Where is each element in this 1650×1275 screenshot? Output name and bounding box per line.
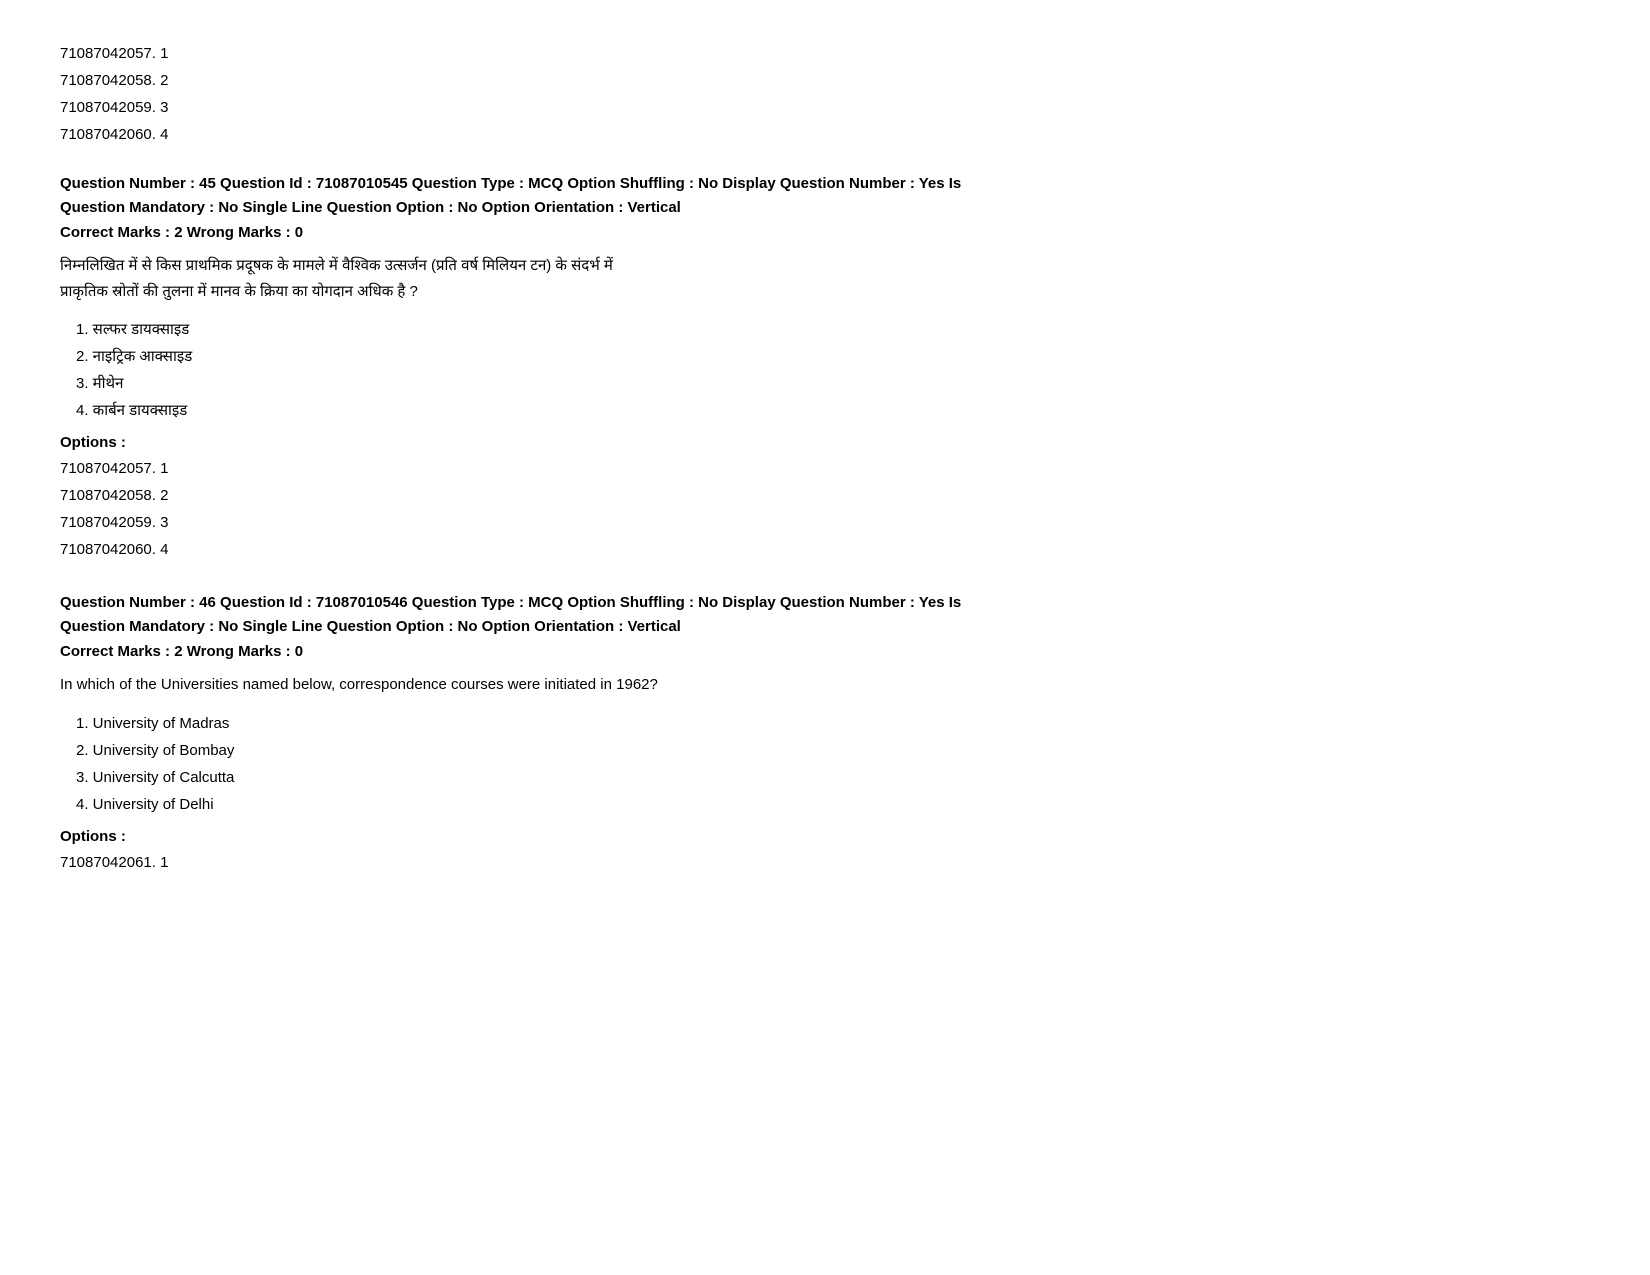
question-45-opt-id-1: 71087042057. 1 bbox=[60, 455, 1590, 482]
question-45-opt-id-3: 71087042059. 3 bbox=[60, 509, 1590, 536]
question-46-text-content: In which of the Universities named below… bbox=[60, 676, 658, 693]
prev-option-4: 71087042060. 4 bbox=[60, 121, 1590, 148]
question-46-block: Question Number : 46 Question Id : 71087… bbox=[60, 591, 1590, 876]
question-45-meta: Question Number : 45 Question Id : 71087… bbox=[60, 172, 1590, 220]
question-45-text: निम्नलिखित में से किस प्राथमिक प्रदूषक क… bbox=[60, 253, 1590, 304]
question-46-option-4: 4. University of Delhi bbox=[76, 791, 1590, 818]
question-46-meta: Question Number : 46 Question Id : 71087… bbox=[60, 591, 1590, 639]
question-45-block: Question Number : 45 Question Id : 71087… bbox=[60, 172, 1590, 563]
question-46-option-3: 3. University of Calcutta bbox=[76, 764, 1590, 791]
question-45-text-line2: प्राकृतिक स्रोतों की तुलना में मानव के क… bbox=[60, 283, 418, 300]
prev-option-ids: 71087042057. 1 71087042058. 2 7108704205… bbox=[60, 40, 1590, 148]
question-46-option-1: 1. University of Madras bbox=[76, 710, 1590, 737]
question-45-option-3: 3. मीथेन bbox=[76, 370, 1590, 397]
question-45-options-label: Options : bbox=[60, 434, 1590, 451]
prev-option-3: 71087042059. 3 bbox=[60, 94, 1590, 121]
question-46-meta-line2: Question Mandatory : No Single Line Ques… bbox=[60, 618, 681, 635]
question-45-option-ids: 71087042057. 1 71087042058. 2 7108704205… bbox=[60, 455, 1590, 563]
question-46-opt-id-1: 71087042061. 1 bbox=[60, 849, 1590, 876]
question-46-answer-options: 1. University of Madras 2. University of… bbox=[76, 710, 1590, 818]
prev-options-section: 71087042057. 1 71087042058. 2 7108704205… bbox=[60, 40, 1590, 148]
question-45-meta-line1: Question Number : 45 Question Id : 71087… bbox=[60, 175, 961, 192]
question-45-opt-id-2: 71087042058. 2 bbox=[60, 482, 1590, 509]
question-46-marks: Correct Marks : 2 Wrong Marks : 0 bbox=[60, 643, 1590, 660]
question-46-options-label: Options : bbox=[60, 828, 1590, 845]
question-45-option-4: 4. कार्बन डायक्साइड bbox=[76, 397, 1590, 424]
question-45-option-1: 1. सल्फर डायक्साइड bbox=[76, 316, 1590, 343]
question-45-text-line1: निम्नलिखित में से किस प्राथमिक प्रदूषक क… bbox=[60, 257, 613, 274]
question-46-text: In which of the Universities named below… bbox=[60, 672, 1590, 698]
question-46-option-2: 2. University of Bombay bbox=[76, 737, 1590, 764]
question-45-option-2: 2. नाइट्रिक आक्साइड bbox=[76, 343, 1590, 370]
question-45-opt-id-4: 71087042060. 4 bbox=[60, 536, 1590, 563]
question-46-option-ids: 71087042061. 1 bbox=[60, 849, 1590, 876]
prev-option-2: 71087042058. 2 bbox=[60, 67, 1590, 94]
question-46-meta-line1: Question Number : 46 Question Id : 71087… bbox=[60, 594, 961, 611]
question-45-meta-line2: Question Mandatory : No Single Line Ques… bbox=[60, 199, 681, 216]
prev-option-1: 71087042057. 1 bbox=[60, 40, 1590, 67]
question-45-answer-options: 1. सल्फर डायक्साइड 2. नाइट्रिक आक्साइड 3… bbox=[76, 316, 1590, 424]
question-45-marks: Correct Marks : 2 Wrong Marks : 0 bbox=[60, 224, 1590, 241]
